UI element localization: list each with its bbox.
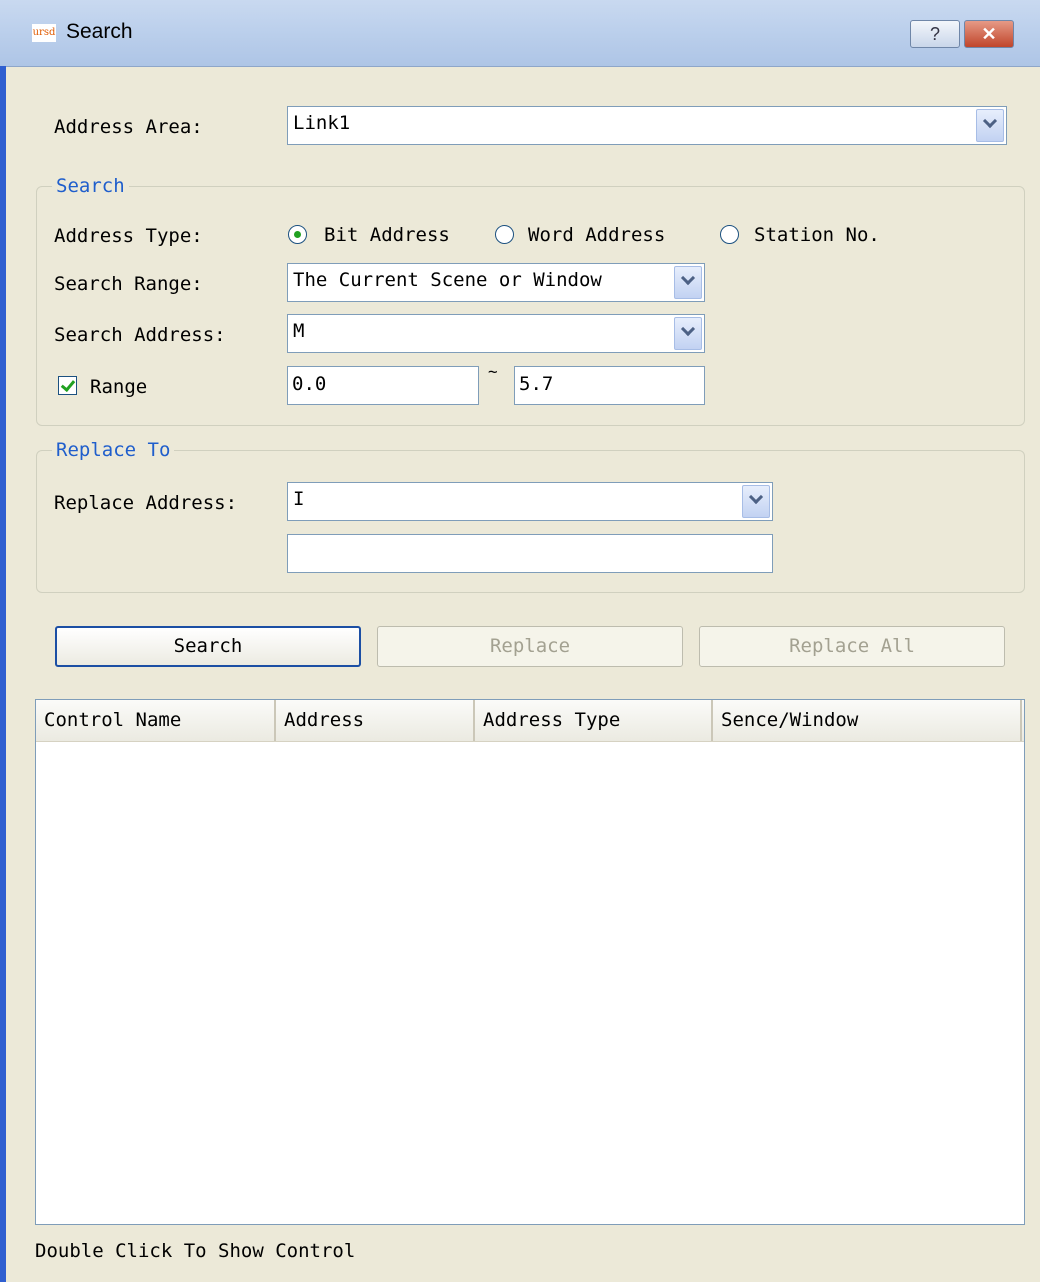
range-from-value: 0.0 — [292, 373, 327, 395]
chevron-down-icon[interactable] — [674, 317, 702, 350]
chevron-down-icon[interactable] — [742, 485, 770, 518]
range-from-input[interactable]: 0.0 — [287, 366, 479, 405]
column-header-address[interactable]: Address — [276, 700, 475, 741]
results-header: Control Name Address Address Type Sence/… — [36, 700, 1024, 742]
column-header-control-name[interactable]: Control Name — [36, 700, 276, 741]
range-separator: ~ — [488, 362, 498, 381]
replace-all-button[interactable]: Replace All — [699, 626, 1005, 667]
radio-bit-address-label[interactable]: Bit Address — [324, 224, 450, 246]
help-icon: ? — [929, 24, 940, 44]
range-checkbox[interactable] — [58, 376, 77, 395]
replace-address-dropdown[interactable]: I — [287, 482, 773, 521]
range-to-input[interactable]: 5.7 — [514, 366, 705, 405]
close-icon: ✕ — [981, 24, 997, 44]
search-button[interactable]: Search — [55, 626, 361, 667]
close-button[interactable]: ✕ — [964, 20, 1014, 48]
address-type-label: Address Type: — [54, 225, 203, 247]
address-area-value: Link1 — [293, 112, 351, 134]
column-header-address-type[interactable]: Address Type — [475, 700, 713, 741]
radio-word-address-label[interactable]: Word Address — [528, 224, 665, 246]
column-header-sence-window[interactable]: Sence/Window — [713, 700, 1022, 741]
radio-word-address[interactable] — [495, 225, 514, 244]
replace-group-title: Replace To — [52, 439, 175, 461]
replace-address-value: I — [293, 488, 305, 510]
radio-station-no[interactable] — [720, 225, 739, 244]
chevron-down-icon[interactable] — [976, 109, 1004, 142]
range-to-value: 5.7 — [519, 373, 554, 395]
replace-value-input[interactable] — [287, 534, 773, 573]
help-button[interactable]: ? — [910, 20, 960, 48]
radio-station-no-label[interactable]: Station No. — [754, 224, 880, 246]
search-address-value: M — [293, 320, 305, 342]
search-address-label: Search Address: — [54, 324, 226, 346]
address-area-label: Address Area: — [54, 116, 203, 138]
search-range-label: Search Range: — [54, 273, 203, 295]
title-bar[interactable]: ursd Search ? ✕ — [0, 0, 1040, 67]
search-range-value: The Current Scene or Window — [293, 269, 602, 291]
replace-address-label: Replace Address: — [54, 492, 238, 514]
address-area-dropdown[interactable]: Link1 — [287, 106, 1007, 145]
search-address-dropdown[interactable]: M — [287, 314, 705, 353]
window-title: Search — [66, 20, 133, 43]
status-hint: Double Click To Show Control — [35, 1240, 356, 1262]
range-label[interactable]: Range — [90, 376, 147, 398]
window-left-border — [0, 66, 6, 1282]
results-table[interactable]: Control Name Address Address Type Sence/… — [35, 699, 1025, 1225]
app-icon: ursd — [32, 24, 56, 42]
chevron-down-icon[interactable] — [674, 266, 702, 299]
search-range-dropdown[interactable]: The Current Scene or Window — [287, 263, 705, 302]
search-group-title: Search — [52, 175, 129, 197]
replace-button[interactable]: Replace — [377, 626, 683, 667]
radio-bit-address[interactable] — [288, 225, 307, 244]
